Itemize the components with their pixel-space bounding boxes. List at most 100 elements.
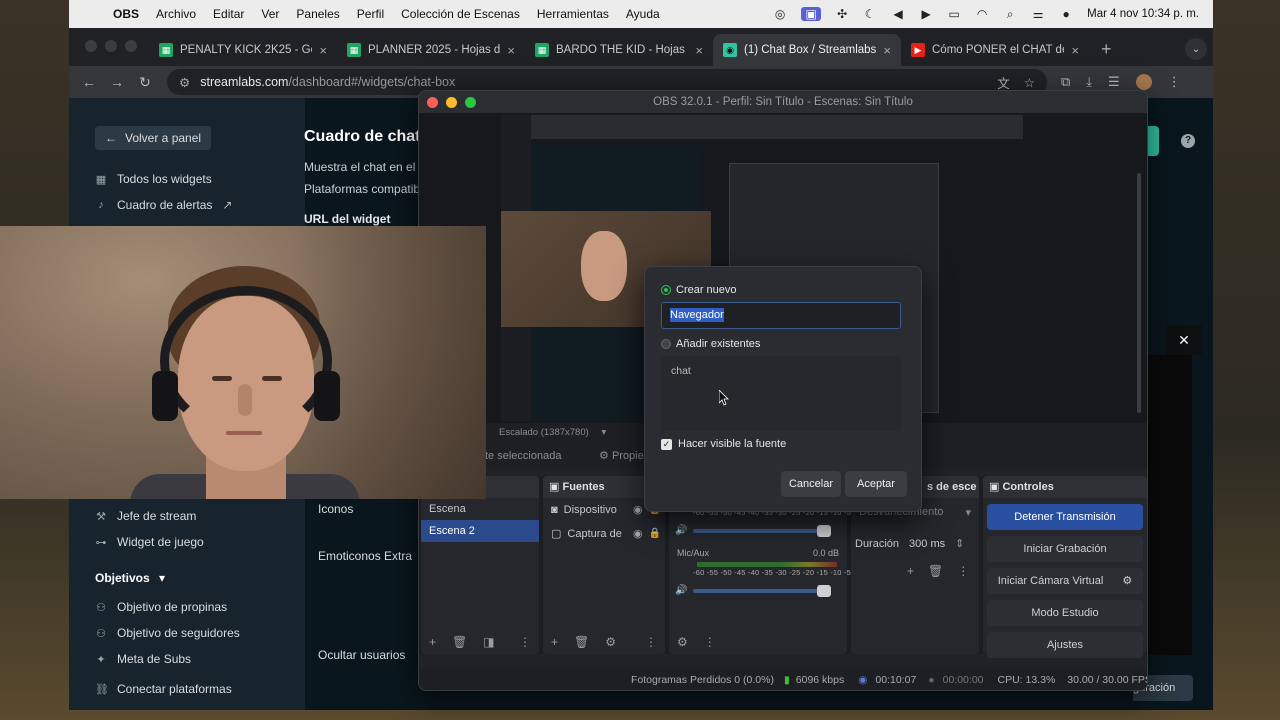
menu-ver[interactable]: Ver: [261, 7, 279, 21]
moon-icon[interactable]: ☾: [863, 7, 877, 21]
wifi-icon[interactable]: ◠: [975, 7, 989, 21]
menu-clock[interactable]: Mar 4 nov 10:34 p. m.: [1087, 8, 1199, 20]
gear-icon[interactable]: ⚙: [677, 635, 688, 649]
forward-arrow-icon[interactable]: →: [103, 74, 131, 90]
play-icon[interactable]: ▶: [919, 7, 933, 21]
more-icon[interactable]: ⋮: [519, 635, 531, 649]
sidebar-item-follower-goal[interactable]: ⚇ Objetivo de seguidores: [95, 626, 240, 640]
browser-tab[interactable]: ▦ BARDO THE KID - Hojas de c ×: [525, 34, 713, 66]
menu-archivo[interactable]: Archivo: [156, 7, 196, 21]
back-arrow-icon[interactable]: ←: [75, 74, 103, 90]
make-visible-checkbox-row[interactable]: ✓ Hacer visible la fuente: [661, 438, 786, 450]
screen-record-icon[interactable]: ▣: [801, 7, 822, 21]
close-tab-icon[interactable]: ×: [1071, 43, 1079, 58]
add-icon[interactable]: +: [907, 564, 914, 578]
more-icon[interactable]: ⋮: [704, 635, 716, 649]
visibility-eye-icon[interactable]: ◉: [633, 522, 643, 546]
browser-tab[interactable]: ▦ PENALTY KICK 2K25 - Google ×: [149, 34, 337, 66]
radio-selected-icon[interactable]: [661, 285, 671, 295]
back-to-dashboard-button[interactable]: ← Volver a panel: [95, 126, 212, 150]
battery-icon[interactable]: ▭: [947, 7, 961, 21]
volume-slider[interactable]: [693, 584, 832, 597]
menu-perfil[interactable]: Perfil: [357, 7, 384, 21]
checkbox-checked-icon[interactable]: ✓: [661, 438, 672, 450]
speaker-icon[interactable]: 🔊: [675, 525, 687, 536]
source-item[interactable]: ▢ Captura de ◉ 🔒: [543, 522, 665, 546]
menu-paneles[interactable]: Paneles: [296, 7, 339, 21]
lock-icon[interactable]: 🔒: [649, 522, 661, 546]
extensions-icon[interactable]: ✣: [835, 7, 849, 21]
search-icon[interactable]: ⌕: [1003, 7, 1017, 21]
speaker-icon[interactable]: 🔊: [675, 585, 687, 596]
volume-slider[interactable]: [693, 524, 832, 537]
sidebar-item-tip-goal[interactable]: ⚇ Objetivo de propinas: [95, 600, 227, 614]
close-icon[interactable]: ✕: [1166, 325, 1202, 355]
menu-editar[interactable]: Editar: [213, 7, 244, 21]
menu-app-name[interactable]: OBS: [113, 7, 139, 21]
browser-tab-active[interactable]: ◉ (1) Chat Box / Streamlabs ×: [713, 34, 901, 66]
duration-input[interactable]: 300 ms: [909, 538, 945, 550]
filter-icon[interactable]: ◨: [483, 635, 494, 649]
settings-button[interactable]: Ajustes: [987, 632, 1143, 658]
close-tab-icon[interactable]: ×: [883, 43, 891, 58]
preview-scrollbar[interactable]: [1137, 173, 1141, 413]
start-recording-button[interactable]: Iniciar Grabación: [987, 536, 1143, 562]
bookmark-star-icon[interactable]: ☆: [1024, 75, 1035, 90]
existing-sources-list[interactable]: chat: [661, 356, 901, 431]
gear-icon[interactable]: ⚙: [1122, 575, 1132, 587]
close-tab-icon[interactable]: ×: [319, 43, 327, 58]
sidebar-item-stream-boss[interactable]: ⚒ Jefe de stream: [95, 509, 196, 523]
browser-tab[interactable]: ▶ Cómo PONER el CHAT de KIC ×: [901, 34, 1089, 66]
close-tab-icon[interactable]: ×: [507, 43, 515, 58]
sidebar-item-game-widget[interactable]: ⊶ Widget de juego: [95, 535, 204, 549]
scene-item-selected[interactable]: Escena 2: [421, 520, 539, 542]
siri-icon[interactable]: ●: [1059, 7, 1073, 21]
properties-button[interactable]: ⚙ Propie: [599, 443, 644, 469]
volume-icon[interactable]: ◀: [891, 7, 905, 21]
obs-status-icon[interactable]: ◎: [773, 7, 787, 21]
more-icon[interactable]: ⋮: [957, 564, 969, 578]
extensions-puzzle-icon[interactable]: ⧉: [1061, 74, 1070, 90]
menu-coleccion-escenas[interactable]: Colección de Escenas: [401, 7, 520, 21]
add-existing-radio[interactable]: Añadir existentes: [661, 338, 760, 350]
reading-list-icon[interactable]: ☰: [1108, 74, 1120, 90]
close-window-button[interactable]: [85, 40, 97, 52]
sidebar-group-goals[interactable]: Objetivos ▾: [95, 571, 165, 585]
sidebar-item-connect-platforms[interactable]: ⛓ Conectar plataformas: [95, 682, 232, 696]
list-item[interactable]: chat: [671, 365, 891, 377]
sidebar-item-all-widgets[interactable]: ▦ Todos los widgets: [95, 172, 212, 186]
cancel-button[interactable]: Cancelar: [781, 471, 841, 497]
add-icon[interactable]: +: [551, 635, 558, 649]
radio-unselected-icon[interactable]: [661, 339, 671, 349]
start-virtual-camera-button[interactable]: Iniciar Cámara Virtual ⚙: [987, 568, 1143, 594]
volume-knob[interactable]: [817, 524, 832, 537]
visibility-eye-icon[interactable]: ◉: [633, 498, 643, 522]
trash-icon[interactable]: 🗑: [452, 635, 467, 649]
studio-mode-button[interactable]: Modo Estudio: [987, 600, 1143, 626]
sidebar-item-alert-box[interactable]: ♪ Cuadro de alertas ↗: [95, 198, 232, 212]
stepper-icon[interactable]: ⇕: [955, 537, 964, 550]
volume-knob[interactable]: [817, 584, 832, 597]
menu-herramientas[interactable]: Herramientas: [537, 7, 609, 21]
profile-avatar[interactable]: [1135, 74, 1152, 90]
more-icon[interactable]: ⋮: [645, 635, 657, 649]
zoom-window-button[interactable]: [125, 40, 137, 52]
gear-icon[interactable]: ⚙: [605, 635, 616, 649]
translate-icon[interactable]: 文: [997, 73, 1010, 92]
trash-icon[interactable]: 🗑: [928, 564, 943, 578]
kebab-menu-icon[interactable]: ⋮: [1168, 74, 1181, 90]
create-new-radio[interactable]: Crear nuevo: [661, 284, 737, 296]
browser-tab[interactable]: ▦ PLANNER 2025 - Hojas de cá ×: [337, 34, 525, 66]
minimize-window-button[interactable]: [105, 40, 117, 52]
menu-ayuda[interactable]: Ayuda: [626, 7, 660, 21]
scene-item[interactable]: Escena: [421, 498, 539, 520]
source-name-input[interactable]: Navegador: [661, 302, 901, 329]
stop-streaming-button[interactable]: Detener Transmisión: [987, 504, 1143, 530]
help-icon[interactable]: ?: [1181, 134, 1195, 148]
close-tab-icon[interactable]: ×: [695, 43, 703, 58]
tab-search-icon[interactable]: ⌄: [1185, 38, 1207, 60]
control-center-icon[interactable]: ⚌: [1031, 7, 1045, 21]
sidebar-item-sub-goal[interactable]: ✦ Meta de Subs: [95, 652, 191, 666]
new-tab-icon[interactable]: +: [1089, 39, 1112, 66]
site-info-icon[interactable]: ⚙: [179, 75, 190, 90]
